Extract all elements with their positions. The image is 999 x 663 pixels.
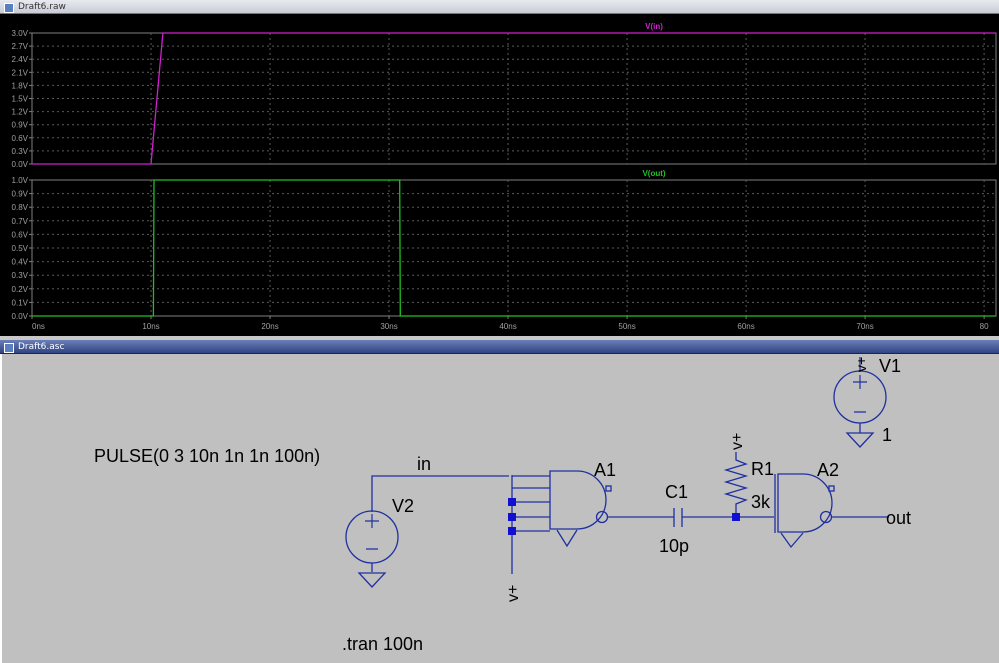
label-r1-value: 3k (751, 492, 771, 512)
y-tick-label: 0.6V (12, 134, 29, 143)
x-tick-label: 40ns (499, 322, 516, 331)
y-tick-label: 0.7V (12, 217, 29, 226)
y-tick-label: 0.6V (12, 230, 29, 239)
waveform-plot[interactable]: 3.0V 2.7V 2.4V 2.1V 1.8V 1.5V 1.2V 0.9V 0.6V 0.3V… (0, 14, 999, 336)
y-tick-label: 0.2V (12, 285, 29, 294)
label-v2: V2 (392, 496, 414, 516)
waveform-window-title: Draft6.raw (18, 2, 66, 12)
y-tick-label: 1.0V (12, 176, 29, 185)
x-tick-label: 50ns (618, 322, 635, 331)
junction-a1-1 (508, 498, 516, 506)
y-tick-label: 1.8V (12, 81, 29, 90)
label-net-in: in (417, 454, 431, 474)
y-tick-label: 2.4V (12, 55, 29, 64)
x-tick-label: 0ns (32, 322, 45, 331)
junction-c1-r1 (732, 513, 740, 521)
y-tick-label: 0.1V (12, 298, 29, 307)
gate-a1-pin (605, 485, 612, 492)
gate-a1-inverter-bubble (595, 510, 609, 524)
label-pulse: PULSE(0 3 10n 1n 1n 100n) (94, 446, 320, 466)
y-tick-label: 2.1V (12, 68, 29, 77)
v2-polarity-marks (365, 514, 379, 550)
y-tick-label: 0.9V (12, 121, 29, 130)
label-net-out: out (886, 508, 911, 528)
y-tick-label: 0.0V (12, 160, 29, 169)
y-tick-label: 1.2V (12, 108, 29, 117)
junction-a1-3 (508, 527, 516, 535)
waveform-window-titlebar[interactable]: Draft6.raw (0, 0, 999, 14)
ground-v2 (357, 563, 387, 588)
label-c1-value: 10p (659, 536, 689, 556)
y-tick-label: 0.4V (12, 258, 29, 267)
schematic-editor[interactable]: PULSE(0 3 10n 1n 1n 100n) in V2 A1 C1 10… (0, 354, 999, 663)
label-vplus-r1: v+ (729, 433, 746, 450)
ground-v1 (845, 423, 875, 448)
label-tran-directive[interactable]: .tran 100n (342, 634, 423, 654)
waveform-window-icon (4, 3, 14, 13)
y-tick-label: 0.9V (12, 190, 29, 199)
y-tick-label: 0.5V (12, 244, 29, 253)
label-v1-value: 1 (882, 425, 892, 445)
wire-a1-inputs[interactable] (512, 475, 550, 532)
y-tick-label: 0.3V (12, 271, 29, 280)
schematic-canvas[interactable]: PULSE(0 3 10n 1n 1n 100n) in V2 A1 C1 10… (2, 354, 999, 663)
x-tick-label: 10ns (142, 322, 159, 331)
label-a2: A2 (817, 460, 839, 480)
x-tick-label: 60ns (737, 322, 754, 331)
junction-a1-2 (508, 513, 516, 521)
gate-a2-ground (780, 532, 804, 549)
x-tick-label: 80 (980, 322, 989, 331)
capacitor-c1[interactable] (673, 508, 683, 527)
label-vplus-v1: v+ (853, 357, 869, 372)
label-vplus-a1: v+ (505, 585, 522, 602)
label-a1: A1 (594, 460, 616, 480)
y-tick-label: 1.5V (12, 95, 29, 104)
y-tick-label: 3.0V (12, 29, 29, 38)
x-tick-label: 70ns (856, 322, 873, 331)
y-tick-label: 2.7V (12, 42, 29, 51)
schematic-window-icon (4, 343, 14, 353)
y-tick-label: 0.0V (12, 312, 29, 321)
x-tick-label: 20ns (261, 322, 278, 331)
y-tick-label: 0.8V (12, 203, 29, 212)
trace-label-vout[interactable]: V(out) (642, 169, 665, 178)
label-c1: C1 (665, 482, 688, 502)
y-tick-label: 0.3V (12, 147, 29, 156)
label-v1: V1 (879, 356, 901, 376)
schematic-window-title: Draft6.asc (18, 342, 65, 352)
schematic-window-titlebar[interactable]: Draft6.asc (0, 340, 999, 354)
trace-label-vin[interactable]: V(in) (645, 22, 663, 31)
gate-a1-ground (556, 529, 578, 548)
x-tick-label: 30ns (380, 322, 397, 331)
waveform-viewer[interactable]: 3.0V 2.7V 2.4V 2.1V 1.8V 1.5V 1.2V 0.9V 0.6V 0.3V… (0, 14, 999, 336)
label-r1: R1 (751, 459, 774, 479)
resistor-r1[interactable] (723, 452, 749, 517)
gate-a2[interactable] (777, 473, 833, 533)
v1-polarity-marks (853, 375, 867, 413)
